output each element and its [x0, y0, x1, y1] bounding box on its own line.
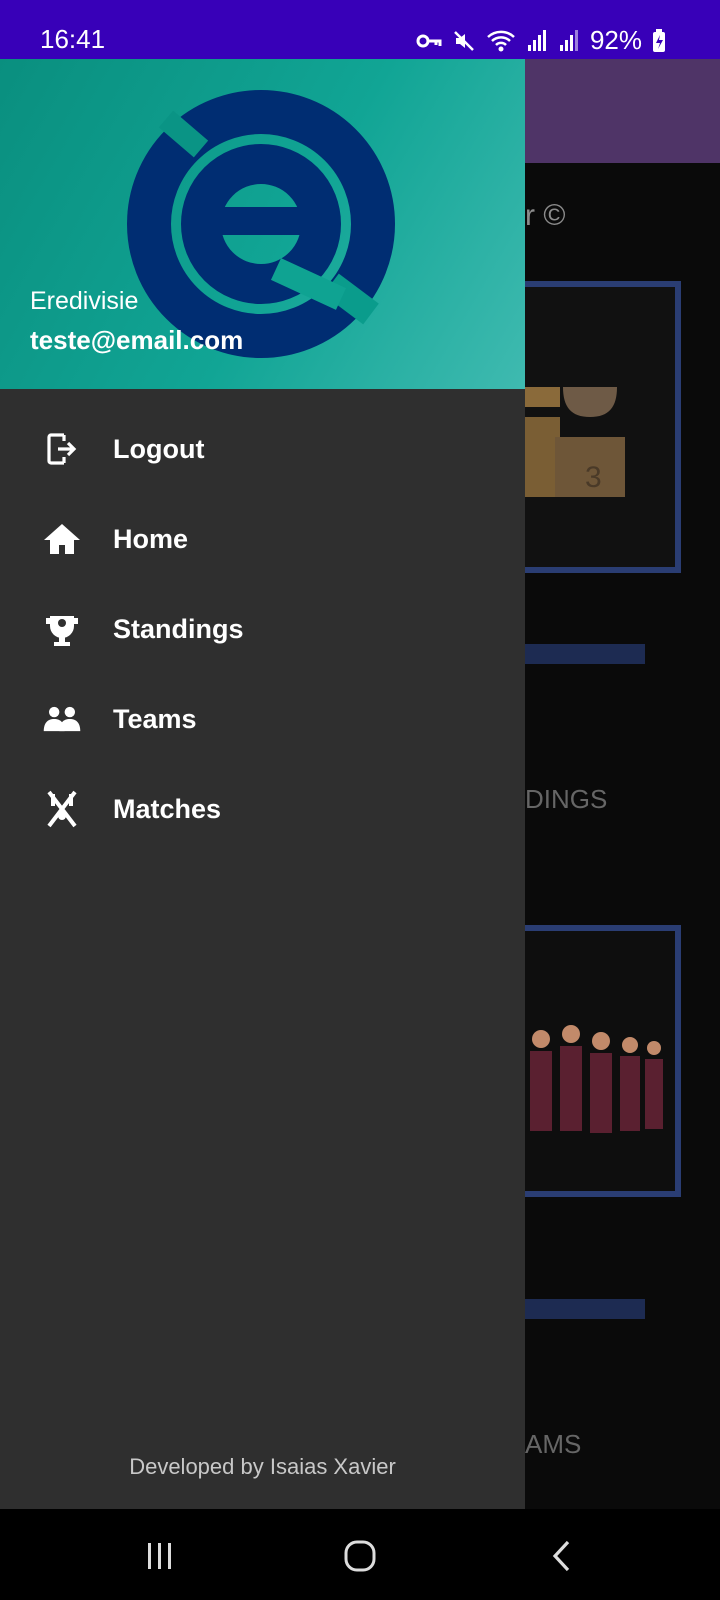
wifi-icon — [487, 30, 515, 51]
status-time: 16:41 — [40, 24, 106, 54]
menu-item-teams[interactable]: Teams — [0, 674, 525, 764]
mute-icon — [454, 30, 474, 51]
home-icon — [42, 519, 82, 559]
battery-icon — [653, 28, 665, 52]
home-button[interactable] — [330, 1531, 390, 1581]
standings-icon — [42, 609, 82, 649]
system-nav-bar — [0, 1509, 720, 1600]
svg-text:3: 3 — [585, 461, 602, 494]
menu-label-teams: Teams — [113, 703, 197, 734]
teams-card-image — [525, 925, 681, 1197]
status-bar: 16:41 92% — [0, 0, 720, 59]
developer-credit: Developed by Isaias Xavier — [129, 1454, 396, 1479]
signal-icon — [527, 29, 546, 51]
key-icon — [416, 34, 442, 47]
standings-card-image: 3 — [525, 281, 681, 573]
background-app: r © 3 DINGS AMS — [525, 59, 720, 1509]
back-button[interactable] — [532, 1531, 592, 1581]
menu-label-home: Home — [113, 523, 189, 554]
account-name: Eredivisie — [30, 287, 139, 315]
menu-label-logout: Logout — [113, 433, 205, 464]
teams-label: AMS — [525, 1429, 582, 1459]
signal-icon-2 — [559, 29, 578, 51]
battery-percent: 92% — [589, 25, 642, 55]
navigation-drawer: Eredivisie teste@email.com Logout Home S… — [0, 59, 525, 1509]
home-circle-icon — [344, 1540, 376, 1572]
matches-icon — [42, 789, 82, 829]
standings-label: DINGS — [525, 784, 608, 814]
players-image — [525, 931, 675, 1191]
menu-item-home[interactable]: Home — [0, 494, 525, 584]
logout-icon — [42, 429, 82, 469]
status-icons: 92% — [416, 25, 666, 56]
eredivisie-logo — [127, 90, 395, 358]
menu-item-logout[interactable]: Logout — [0, 404, 525, 494]
menu-label-matches: Matches — [113, 793, 222, 824]
teams-icon — [42, 699, 82, 739]
account-email: teste@email.com — [30, 325, 244, 355]
menu-label-standings: Standings — [113, 613, 244, 644]
background-title: r © — [525, 199, 566, 232]
background-toolbar — [525, 59, 720, 163]
drawer-header: Eredivisie teste@email.com — [0, 59, 525, 389]
back-icon — [552, 1540, 570, 1572]
recent-apps-icon — [148, 1543, 171, 1569]
card-strip — [525, 1299, 645, 1319]
recent-apps-button[interactable] — [130, 1531, 190, 1581]
menu-item-matches[interactable]: Matches — [0, 764, 525, 854]
drawer-menu: Logout Home Standings Teams Matches — [0, 404, 525, 854]
menu-item-standings[interactable]: Standings — [0, 584, 525, 674]
trophy-icon: 3 — [525, 287, 675, 567]
card-strip — [525, 644, 645, 664]
